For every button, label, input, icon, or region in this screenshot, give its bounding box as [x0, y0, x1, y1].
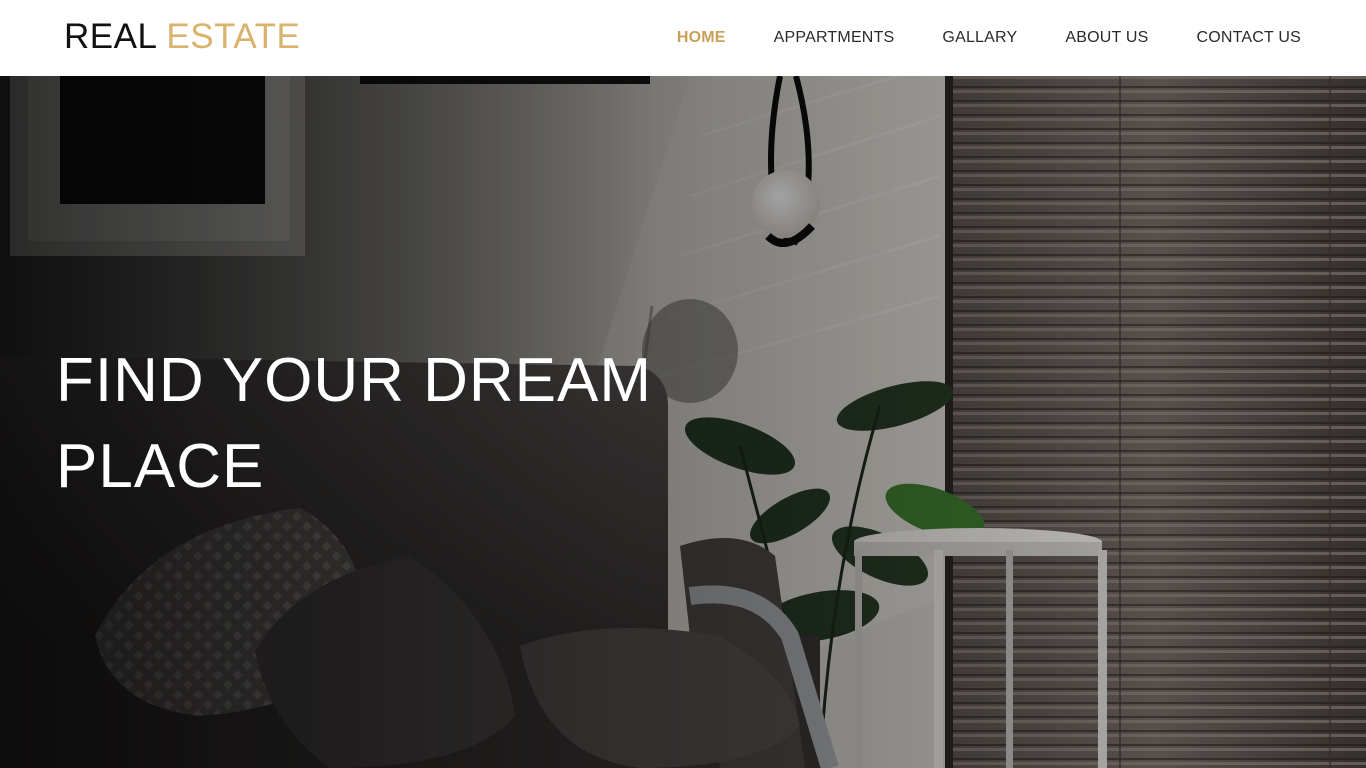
nav-appartments[interactable]: APPARTMENTS — [774, 29, 895, 47]
hero-title-line-2: PLACE — [56, 432, 265, 501]
logo-word-estate: ESTATE — [166, 17, 301, 56]
nav-home[interactable]: HOME — [677, 29, 726, 47]
logo-word-real: REAL — [64, 17, 157, 56]
hero-title: FIND YOUR DREAM PLACE — [56, 338, 756, 510]
hero-title-line-1: FIND YOUR DREAM — [56, 346, 653, 415]
hero-section: FIND YOUR DREAM PLACE — [0, 76, 1366, 768]
nav-about-us[interactable]: ABOUT US — [1065, 29, 1148, 47]
main-nav: HOME APPARTMENTS GALLARY ABOUT US CONTAC… — [677, 0, 1301, 76]
nav-gallary[interactable]: GALLARY — [942, 29, 1017, 47]
nav-contact-us[interactable]: CONTACT US — [1196, 29, 1301, 47]
site-header: REAL ESTATE HOME APPARTMENTS GALLARY ABO… — [0, 0, 1366, 76]
site-logo[interactable]: REAL ESTATE — [64, 17, 300, 57]
